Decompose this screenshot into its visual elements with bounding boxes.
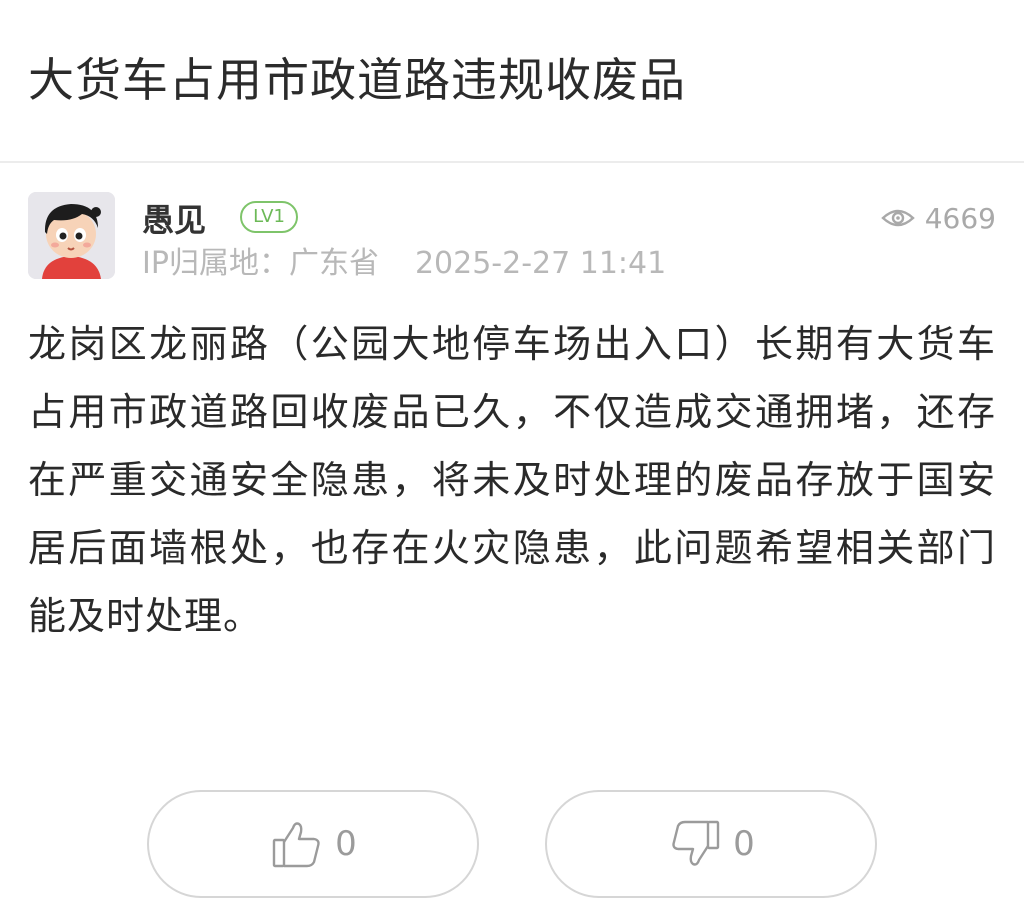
title-divider bbox=[0, 161, 1024, 163]
thumbs-up-icon bbox=[272, 822, 320, 868]
like-button[interactable]: 0 bbox=[147, 790, 479, 898]
level-badge: LV1 bbox=[240, 201, 298, 233]
dislike-count: 0 bbox=[733, 824, 755, 864]
like-count: 0 bbox=[335, 824, 357, 864]
ip-location: IP归属地：广东省 bbox=[142, 246, 379, 281]
view-count: 4669 bbox=[880, 198, 996, 238]
post-meta: IP归属地：广东省 2025-2-27 11:41 bbox=[142, 242, 666, 286]
cartoon-avatar-icon bbox=[28, 192, 115, 279]
author-name[interactable]: 愚见 bbox=[142, 196, 206, 244]
thumbs-down-icon bbox=[672, 820, 720, 866]
dislike-button[interactable]: 0 bbox=[545, 790, 877, 898]
post-title: 大货车占用市政道路违规收废品 bbox=[28, 53, 686, 107]
post-timestamp: 2025-2-27 11:41 bbox=[414, 246, 667, 281]
eye-icon bbox=[880, 209, 915, 227]
author-avatar[interactable] bbox=[28, 192, 115, 279]
view-count-value: 4669 bbox=[924, 201, 996, 235]
post-body: 龙岗区龙丽路（公园大地停车场出入口）长期有大货车占用市政道路回收废品已久，不仅造… bbox=[28, 322, 996, 638]
